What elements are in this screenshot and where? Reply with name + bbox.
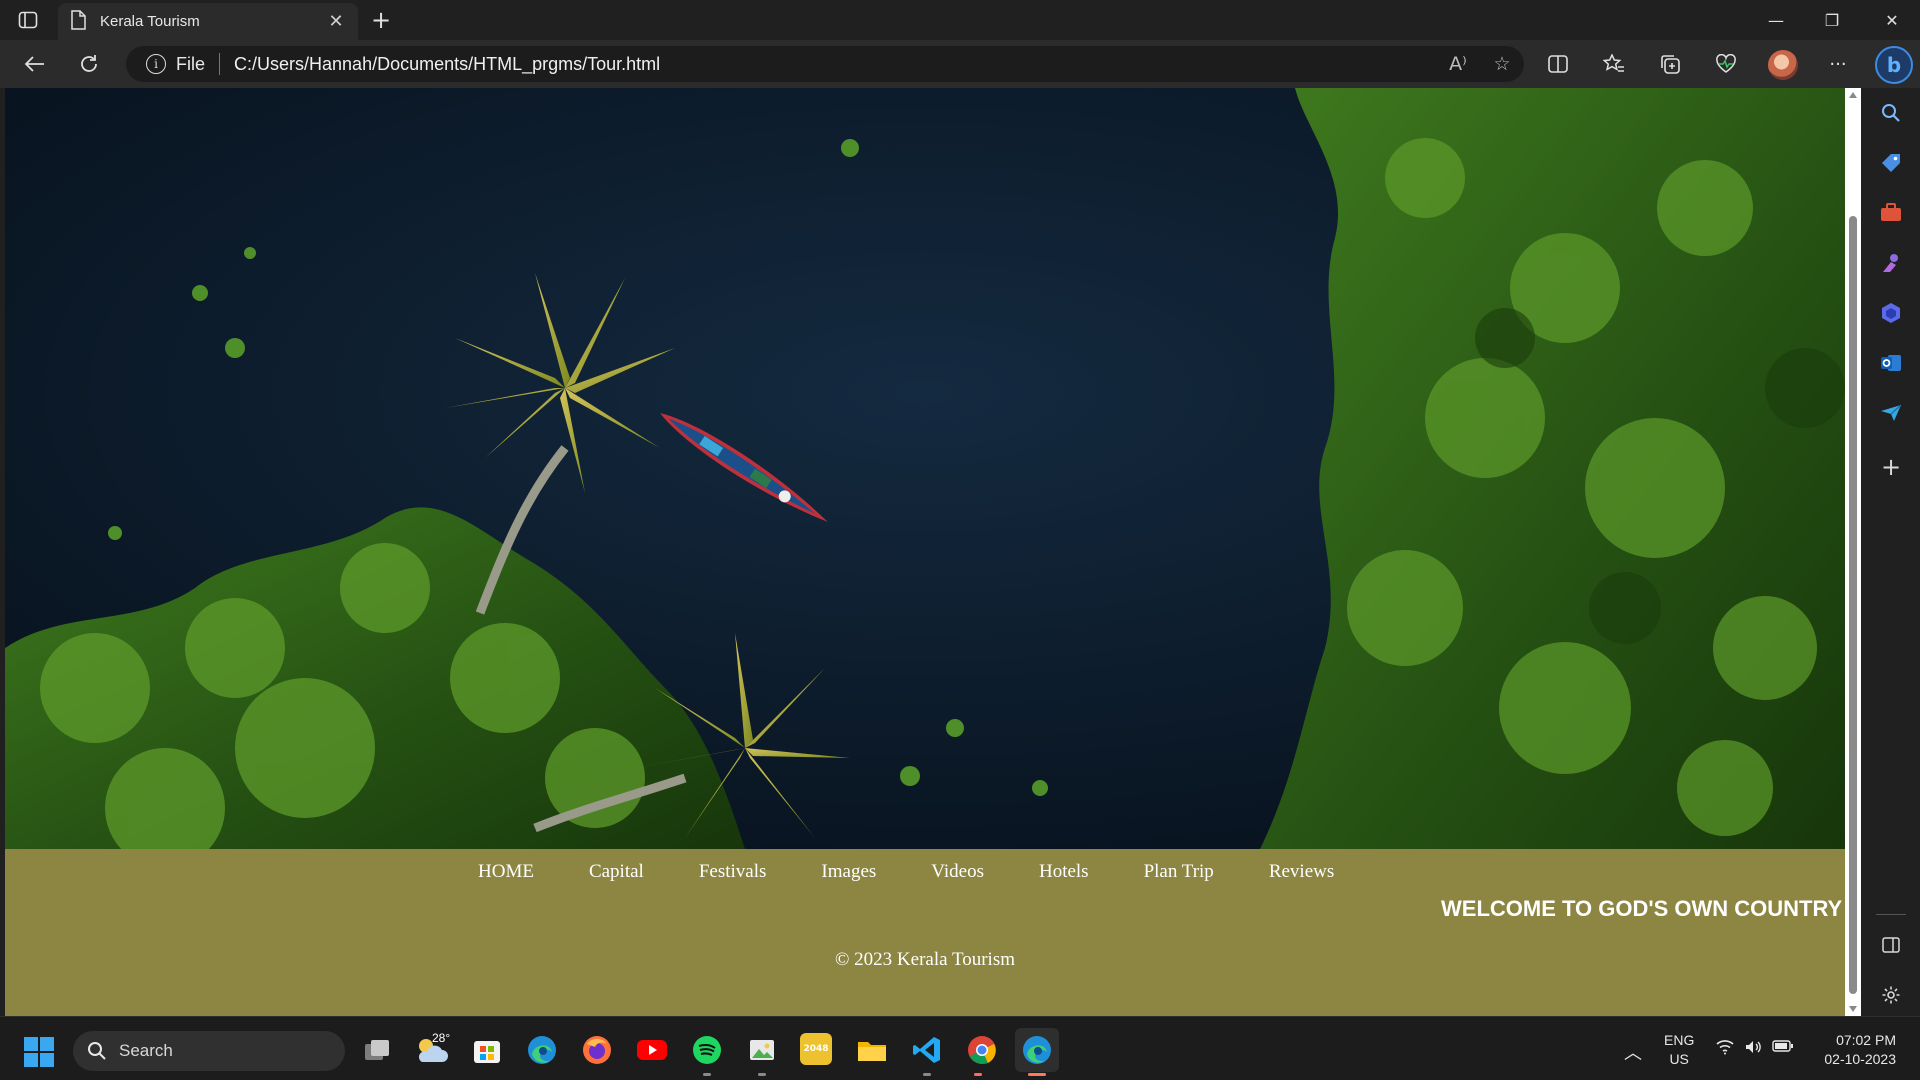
nav-links: HOME Capital Festivals Images Videos Hot… (478, 861, 1389, 883)
photos-icon[interactable] (745, 1033, 779, 1067)
tab-close-icon[interactable]: ✕ (326, 11, 346, 32)
vscode-icon[interactable] (910, 1033, 944, 1067)
running-indicator (758, 1073, 766, 1076)
clock-date: 02-10-2023 (1824, 1051, 1896, 1067)
tab-title: Kerala Tourism (100, 13, 200, 30)
info-icon[interactable]: i (146, 54, 166, 74)
divider (219, 53, 221, 75)
divider (1876, 914, 1906, 915)
nav-link-images[interactable]: Images (821, 861, 876, 883)
read-aloud-icon[interactable]: A⁾ (1436, 53, 1480, 75)
bing-copilot-icon[interactable]: b (1875, 46, 1913, 84)
title-bar: Kerala Tourism ✕ + — ❐ ✕ (0, 0, 1920, 40)
scroll-up-arrow-icon[interactable] (1849, 92, 1857, 98)
running-indicator (974, 1073, 982, 1076)
chevron-up-icon[interactable]: ︿ (1624, 1039, 1642, 1065)
edge-browser-icon[interactable] (525, 1033, 559, 1067)
tab-actions-icon[interactable] (14, 8, 42, 32)
clock-time: 07:02 PM (1836, 1032, 1896, 1048)
lang-code: ENG (1664, 1032, 1695, 1048)
language-indicator[interactable]: ENG US (1664, 1031, 1694, 1069)
drop-send-icon[interactable] (1876, 398, 1906, 428)
system-tray[interactable] (1716, 1039, 1794, 1055)
page-viewport: HOME Capital Festivals Images Videos Hot… (5, 88, 1845, 1016)
outlook-icon[interactable] (1876, 348, 1906, 378)
more-menu-icon[interactable]: ··· (1820, 48, 1856, 80)
windows-start-icon[interactable] (24, 1037, 54, 1067)
hide-sidebar-icon[interactable] (1876, 930, 1906, 960)
gear-icon[interactable] (1876, 980, 1906, 1010)
search-icon (88, 1042, 106, 1060)
collections-icon[interactable] (1652, 48, 1688, 80)
url-text[interactable]: C:/Users/Hannah/Documents/HTML_prgms/Tou… (234, 54, 660, 75)
favorite-star-icon[interactable]: ☆ (1480, 53, 1524, 75)
search-icon[interactable] (1876, 98, 1906, 128)
browser-essentials-icon[interactable] (1708, 48, 1744, 80)
speaker-icon[interactable] (1744, 1039, 1762, 1055)
windows-taskbar: Search 28° 2048 ︿ ENG US 07:02 PM 02-10-… (0, 1016, 1920, 1080)
welcome-marquee: WELCOME TO GOD'S OWN COUNTRY (1441, 896, 1843, 921)
taskbar-search-box[interactable]: Search (73, 1031, 345, 1071)
browser-tab[interactable]: Kerala Tourism ✕ (58, 3, 358, 40)
hero-image-backwaters (5, 88, 1845, 849)
wifi-icon[interactable] (1716, 1039, 1734, 1055)
weather-temperature: 28° (432, 1031, 451, 1045)
games-icon[interactable] (1876, 248, 1906, 278)
scrollbar-thumb[interactable] (1849, 216, 1857, 994)
spotify-icon[interactable] (690, 1033, 724, 1067)
refresh-icon[interactable] (71, 48, 107, 80)
new-tab-button[interactable]: + (366, 6, 396, 34)
restore-button[interactable]: ❐ (1804, 0, 1860, 40)
nav-link-plan-trip[interactable]: Plan Trip (1144, 861, 1214, 883)
battery-icon[interactable] (1772, 1039, 1794, 1053)
search-placeholder: Search (119, 1041, 173, 1060)
split-screen-icon[interactable] (1540, 48, 1576, 80)
lang-region: US (1669, 1051, 1689, 1067)
scheme-label: File (176, 53, 206, 74)
nav-link-videos[interactable]: Videos (931, 861, 984, 883)
active-indicator (1028, 1073, 1046, 1076)
minimize-button[interactable]: — (1748, 0, 1804, 40)
firefox-icon[interactable] (580, 1033, 614, 1067)
nav-link-festivals[interactable]: Festivals (699, 861, 767, 883)
nav-link-hotels[interactable]: Hotels (1039, 861, 1089, 883)
tools-briefcase-icon[interactable] (1876, 198, 1906, 228)
add-sidebar-app-icon[interactable]: + (1876, 452, 1906, 482)
running-indicator (923, 1073, 931, 1076)
shopping-tag-icon[interactable] (1876, 148, 1906, 178)
site-navbar: HOME Capital Festivals Images Videos Hot… (5, 849, 1845, 1016)
favorites-icon[interactable] (1596, 48, 1632, 80)
close-window-button[interactable]: ✕ (1864, 0, 1920, 40)
edge-active-icon[interactable] (1015, 1028, 1059, 1072)
file-explorer-icon[interactable] (855, 1033, 889, 1067)
browser-toolbar: i File C:/Users/Hannah/Documents/HTML_pr… (0, 40, 1920, 88)
nav-link-home[interactable]: HOME (478, 861, 534, 883)
page-scrollbar[interactable] (1845, 88, 1861, 1016)
profile-avatar[interactable] (1768, 50, 1798, 80)
game-2048-icon[interactable]: 2048 (800, 1033, 832, 1065)
microsoft-365-icon[interactable] (1876, 298, 1906, 328)
chrome-icon[interactable] (965, 1033, 999, 1067)
edge-sidebar: + (1862, 88, 1920, 1016)
microsoft-store-icon[interactable] (470, 1033, 504, 1067)
back-arrow-icon[interactable] (16, 48, 52, 80)
address-bar[interactable]: i File C:/Users/Hannah/Documents/HTML_pr… (126, 46, 1524, 82)
youtube-icon[interactable] (635, 1033, 669, 1067)
nav-link-capital[interactable]: Capital (589, 861, 644, 883)
task-view-icon[interactable] (360, 1033, 394, 1067)
page-icon (70, 9, 86, 34)
clock[interactable]: 07:02 PM 02-10-2023 (1814, 1031, 1896, 1069)
running-indicator (703, 1073, 711, 1076)
footer-copyright: © 2023 Kerala Tourism (834, 949, 1016, 970)
nav-link-reviews[interactable]: Reviews (1269, 861, 1334, 883)
scroll-down-arrow-icon[interactable] (1849, 1006, 1857, 1012)
